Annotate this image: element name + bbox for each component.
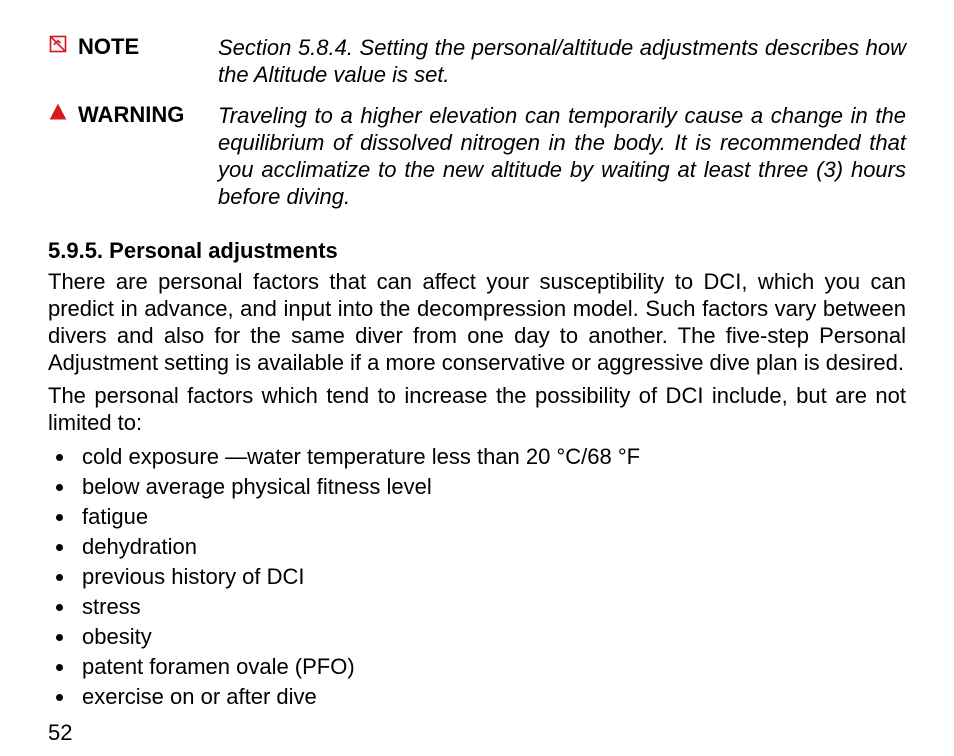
page-number: 52 <box>48 720 906 746</box>
section-para-1: There are personal factors that can affe… <box>48 268 906 376</box>
warning-callout: WARNING Traveling to a higher elevation … <box>48 102 906 210</box>
list-item: obesity <box>76 622 906 652</box>
list-item: cold exposure —water temperature less th… <box>76 442 906 472</box>
note-callout: NOTE Section 5.8.4. Setting the personal… <box>48 34 906 88</box>
list-item: fatigue <box>76 502 906 532</box>
list-item: below average physical fitness level <box>76 472 906 502</box>
list-item: dehydration <box>76 532 906 562</box>
warning-icon <box>48 102 72 129</box>
list-item: patent foramen ovale (PFO) <box>76 652 906 682</box>
factors-list: cold exposure —water temperature less th… <box>48 442 906 712</box>
list-item: exercise on or after dive <box>76 682 906 712</box>
warning-label: WARNING <box>72 102 218 128</box>
page: NOTE Section 5.8.4. Setting the personal… <box>0 0 954 746</box>
note-body: Section 5.8.4. Setting the personal/alti… <box>218 34 906 88</box>
section-para-2: The personal factors which tend to incre… <box>48 382 906 436</box>
warning-body: Traveling to a higher elevation can temp… <box>218 102 906 210</box>
list-item: previous history of DCI <box>76 562 906 592</box>
section-title: 5.9.5. Personal adjustments <box>48 238 906 264</box>
note-icon <box>48 34 72 61</box>
note-label: NOTE <box>72 34 218 60</box>
list-item: stress <box>76 592 906 622</box>
